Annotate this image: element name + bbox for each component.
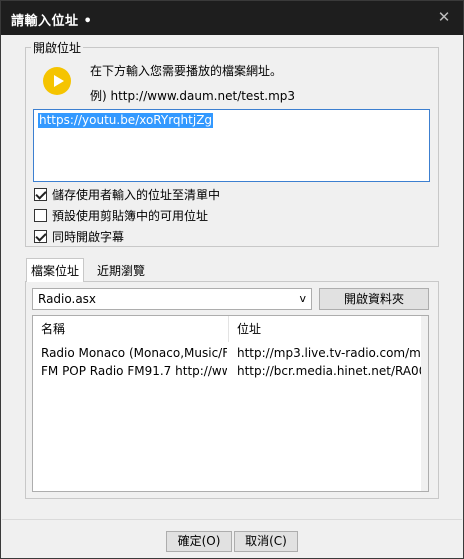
cancel-button[interactable]: 取消(C) — [234, 531, 298, 552]
open-subtitles-label[interactable]: 同時開啟字幕 — [52, 228, 124, 245]
dialog-footer: 確定(O) 取消(C) — [2, 519, 462, 557]
example-text: 例) http://www.daum.net/test.mp3 — [90, 89, 296, 103]
list-item-address[interactable]: http://bcr.media.hinet.net/RA000... — [237, 364, 421, 378]
column-header-name[interactable]: 名稱 — [33, 316, 229, 342]
column-header-address[interactable]: 位址 — [229, 316, 423, 342]
tab-file-address[interactable]: 檔案位址 — [26, 258, 85, 282]
url-input-value: https://youtu.be/xoRYrqhtjZg — [38, 113, 214, 128]
save-to-list-checkbox[interactable] — [34, 188, 47, 201]
playlist-select-value: Radio.asx — [38, 292, 97, 306]
close-icon[interactable]: ✕ — [435, 8, 453, 26]
use-clipboard-checkbox[interactable] — [34, 209, 47, 222]
play-icon — [43, 67, 71, 95]
url-input[interactable]: https://youtu.be/xoRYrqhtjZg — [33, 109, 430, 182]
open-subtitles-checkbox[interactable] — [34, 230, 47, 243]
save-to-list-label[interactable]: 儲存使用者輸入的位址至清單中 — [52, 186, 220, 203]
address-dialog: 請輸入位址 • ✕ 開啟位址 在下方輸入您需要播放的檔案網址。 例) http:… — [0, 0, 464, 559]
list-item-address[interactable]: http://mp3.live.tv-radio.com/mc... — [237, 346, 421, 360]
open-folder-button[interactable]: 開啟資料夾 — [319, 288, 429, 310]
list-item-name[interactable]: FM POP Radio FM91.7 http://ww... — [41, 364, 227, 378]
title-bar[interactable]: 請輸入位址 • ✕ — [1, 1, 463, 35]
address-list[interactable]: 名稱 位址 Radio Monaco (Monaco,Music/F... ht… — [32, 315, 429, 492]
dialog-title: 請輸入位址 • — [11, 14, 93, 29]
list-item-name[interactable]: Radio Monaco (Monaco,Music/F... — [41, 346, 227, 360]
ok-button[interactable]: 確定(O) — [166, 531, 232, 552]
chevron-down-icon[interactable]: v — [299, 292, 306, 305]
open-address-group-label: 開啟位址 — [31, 39, 84, 56]
use-clipboard-label[interactable]: 預設使用剪貼簿中的可用位址 — [52, 207, 208, 224]
instruction-text: 在下方輸入您需要播放的檔案網址。 — [90, 64, 283, 78]
tab-recent-history[interactable]: 近期瀏覽 — [93, 259, 149, 282]
playlist-select[interactable]: Radio.asx v — [32, 288, 312, 310]
list-scrollbar[interactable] — [421, 316, 428, 491]
